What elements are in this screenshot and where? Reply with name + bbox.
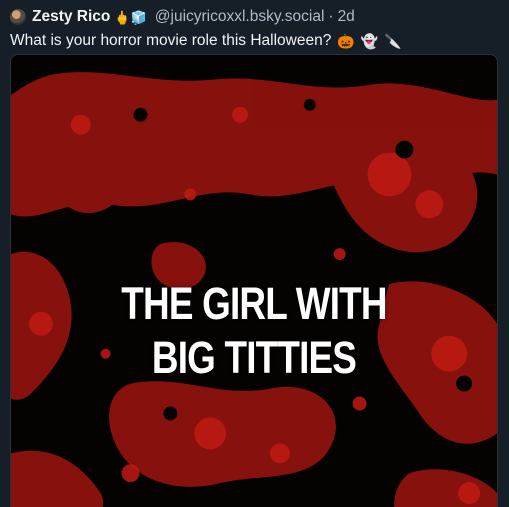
- meta-separator: ·: [328, 8, 334, 25]
- author-handle[interactable]: @juicyricoxxl.bsky.social: [155, 8, 325, 26]
- author-name-emojis: 🖕🧊: [114, 9, 147, 25]
- post-text: What is your horror movie role this Hall…: [10, 32, 332, 49]
- image-caption-line-1: THE GIRL WITH: [121, 278, 387, 329]
- post-image[interactable]: THE GIRL WITH BIG TITTIES: [10, 54, 498, 507]
- avatar[interactable]: [10, 9, 26, 25]
- knife-emoji: 🔪: [384, 33, 402, 49]
- ghost-emoji: 👻: [360, 33, 379, 49]
- post-text-row: What is your horror movie role this Hall…: [10, 31, 499, 51]
- post-card[interactable]: Zesty Rico 🖕🧊 @juicyricoxxl.bsky.social …: [0, 0, 509, 507]
- image-caption-line-2: BIG TITTIES: [151, 332, 357, 383]
- post-timestamp[interactable]: 2d: [338, 8, 355, 26]
- image-caption: THE GIRL WITH BIG TITTIES: [55, 277, 454, 385]
- author-display-name[interactable]: Zesty Rico: [32, 8, 110, 26]
- pumpkin-emoji: 🎃: [337, 33, 355, 49]
- post-header: Zesty Rico 🖕🧊 @juicyricoxxl.bsky.social …: [10, 6, 499, 28]
